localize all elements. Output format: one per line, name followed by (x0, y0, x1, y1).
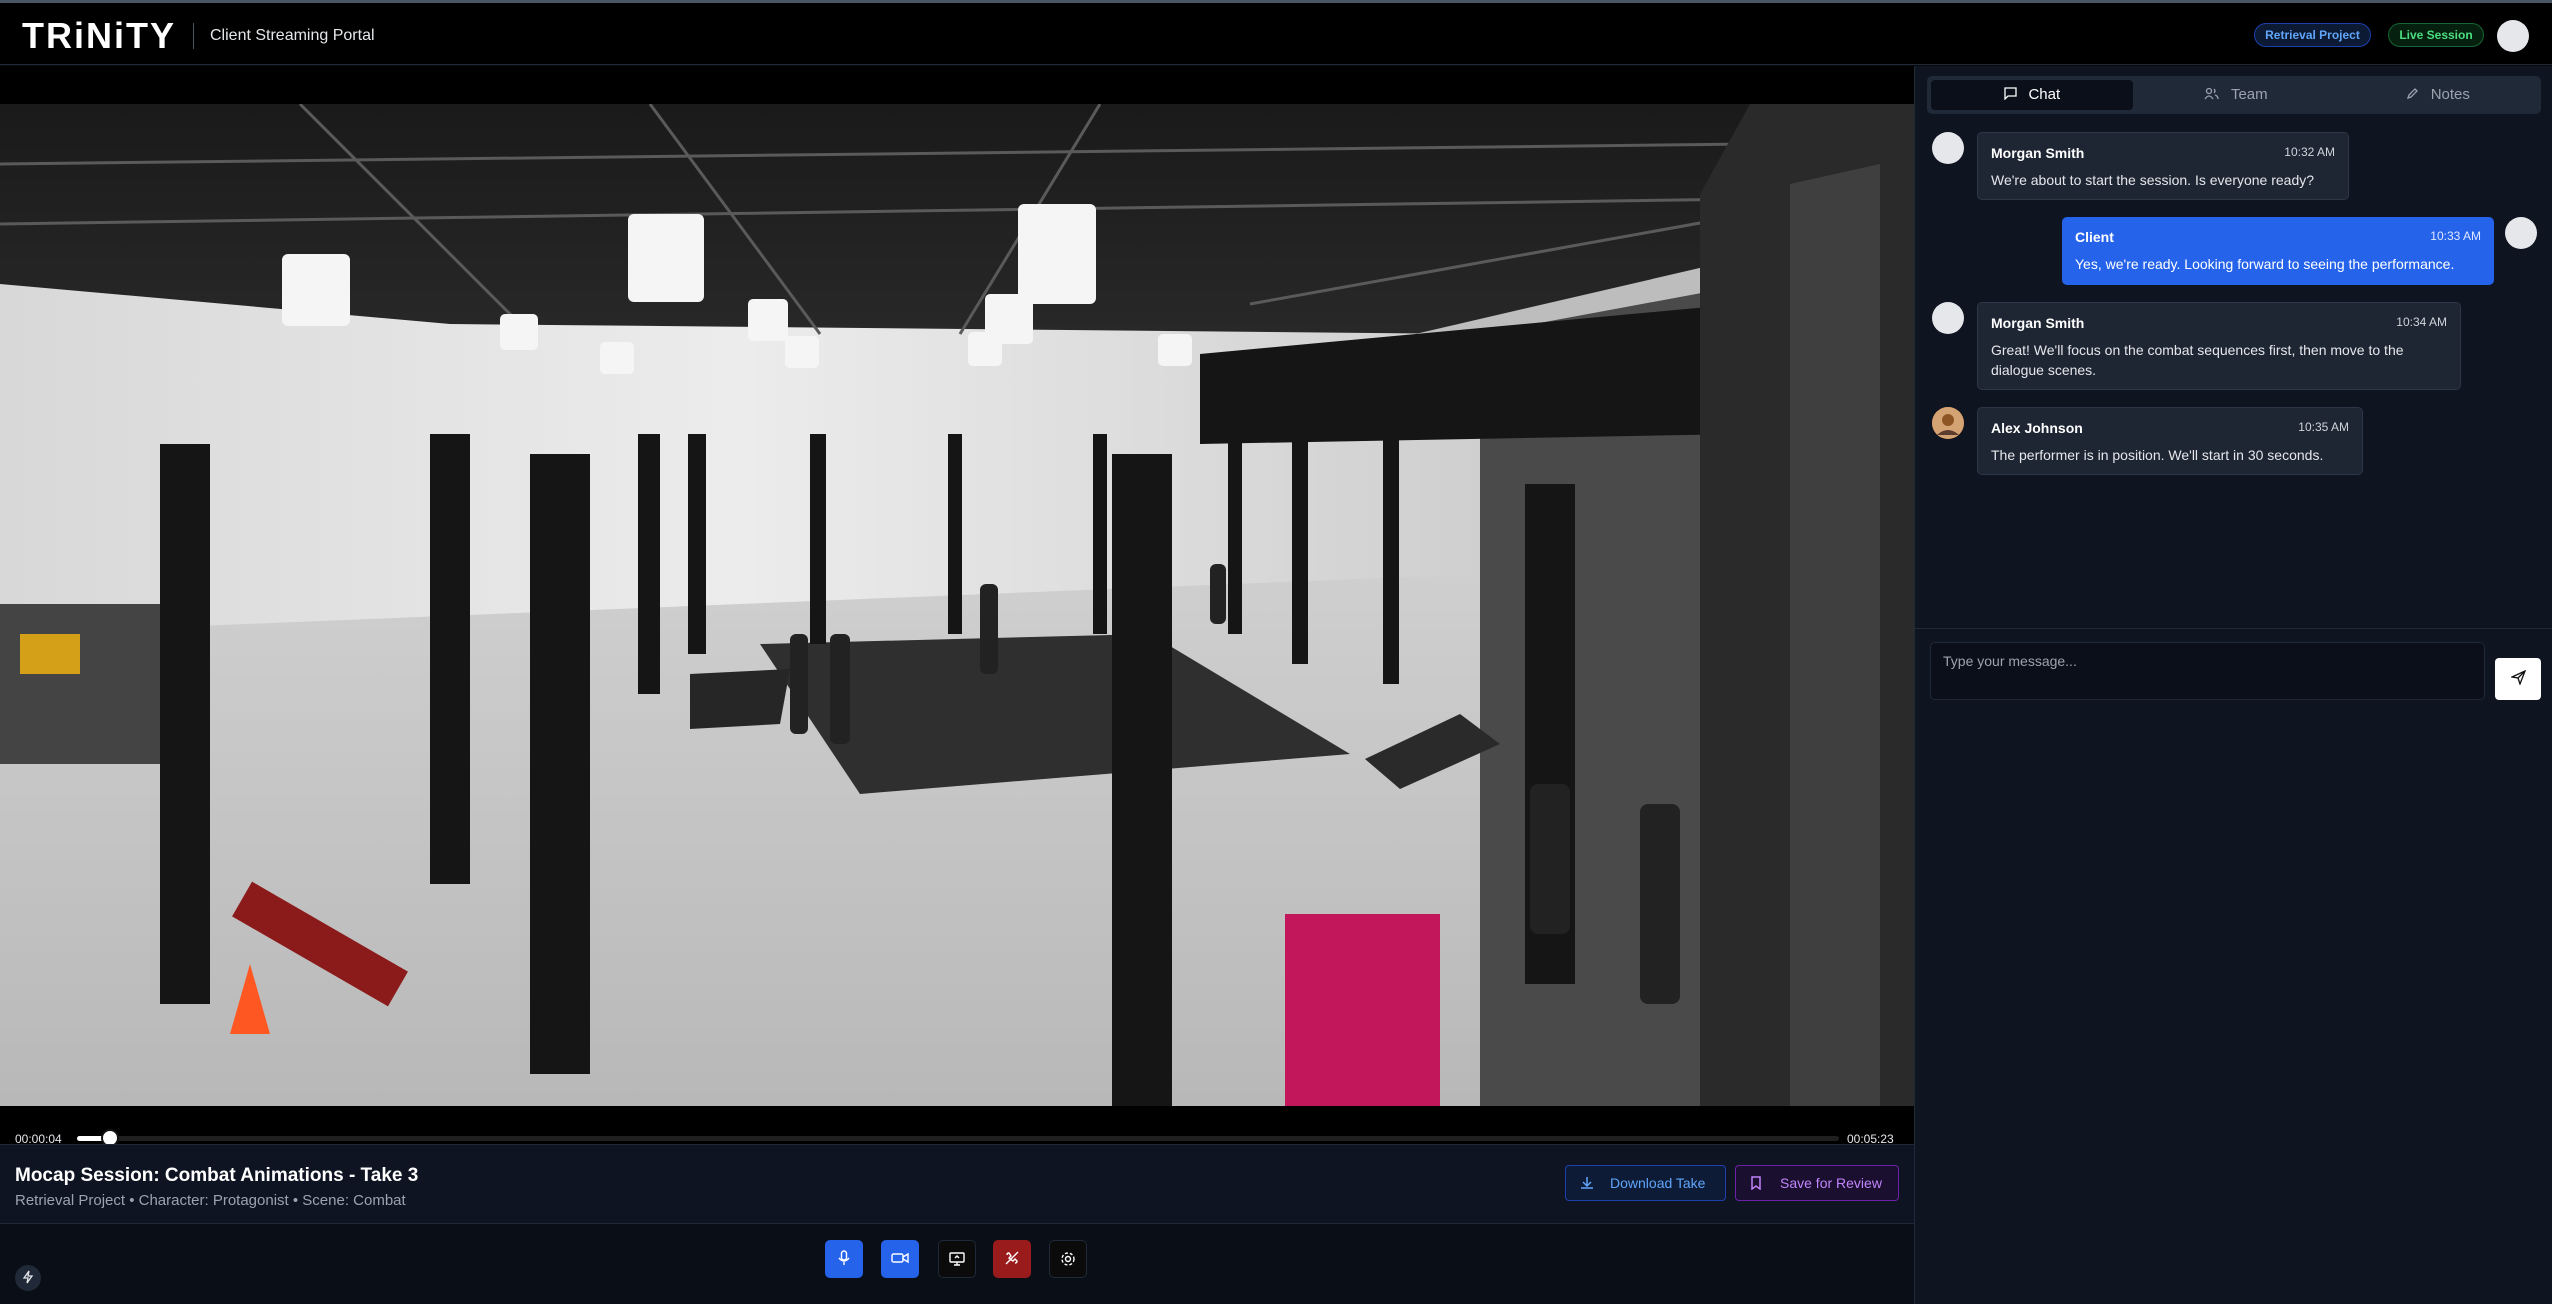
session-title: Mocap Session: Combat Animations - Take … (15, 1165, 419, 1186)
tab-team-label: Team (2230, 86, 2268, 103)
session-info-bar: Mocap Session: Combat Animations - Take … (0, 1144, 1914, 1224)
send-button[interactable] (2495, 658, 2541, 700)
chat-input-divider (1915, 628, 2552, 629)
message-text: The performer is in position. We'll star… (1991, 447, 2324, 463)
video-frame[interactable] (0, 104, 1914, 1106)
chat-message: Morgan Smith 10:32 AM We're about to sta… (1977, 132, 2349, 200)
seek-bar[interactable] (77, 1129, 1839, 1147)
avatar (1932, 302, 1964, 334)
chat-message-input[interactable] (1930, 642, 2485, 700)
header-divider (193, 23, 194, 49)
message-author: Alex Johnson (1991, 420, 2083, 436)
message-author: Client (2075, 229, 2114, 245)
panel-tabs: Chat Team Notes (1927, 76, 2541, 114)
settings-icon[interactable] (1049, 1240, 1087, 1278)
camera-icon[interactable] (881, 1240, 919, 1278)
tab-notes[interactable]: Notes (2339, 80, 2537, 110)
send-icon (2509, 669, 2526, 687)
pencil-icon (2406, 87, 2423, 102)
end-call-icon[interactable] (993, 1240, 1031, 1278)
mocap-studio-scene-image (0, 104, 1914, 1106)
download-take-label: Download Take (1610, 1175, 1706, 1191)
session-subtitle: Retrieval Project • Character: Protagoni… (15, 1192, 406, 1209)
call-toolbar (0, 1224, 1914, 1304)
message-time: 10:33 AM (2430, 229, 2481, 243)
message-text: Yes, we're ready. Looking forward to see… (2075, 256, 2455, 272)
avatar (2505, 217, 2537, 249)
avatar-alex-johnson (1932, 407, 1964, 439)
tab-chat[interactable]: Chat (1931, 80, 2133, 110)
project-badge: Retrieval Project (2254, 23, 2371, 47)
chat-icon (2004, 87, 2021, 102)
message-time: 10:34 AM (2396, 315, 2447, 329)
microphone-icon[interactable] (825, 1240, 863, 1278)
portal-title: Client Streaming Portal (210, 27, 375, 44)
download-take-button[interactable]: Download Take (1565, 1165, 1726, 1201)
chat-message: Morgan Smith 10:34 AM Great! We'll focus… (1977, 302, 2461, 390)
save-for-review-button[interactable]: Save for Review (1735, 1165, 1899, 1201)
video-player: 00:00:04 00:05:23 (0, 66, 1914, 1183)
message-author: Morgan Smith (1991, 315, 2085, 331)
avatar (1932, 132, 1964, 164)
brand-logo: TRiNiTY (22, 15, 176, 56)
chat-message-self: Client 10:33 AM Yes, we're ready. Lookin… (2062, 217, 2494, 285)
tab-notes-label: Notes (2430, 86, 2470, 103)
chat-message: Alex Johnson 10:35 AM The performer is i… (1977, 407, 2363, 475)
user-avatar[interactable] (2497, 20, 2529, 52)
tab-chat-label: Chat (2028, 86, 2061, 103)
bolt-icon[interactable] (15, 1265, 41, 1291)
download-icon (1580, 1166, 1594, 1200)
users-icon (2204, 87, 2223, 102)
tab-team[interactable]: Team (2135, 80, 2337, 110)
app-header: TRiNiTY Client Streaming Portal Retrieva… (0, 3, 2552, 65)
screen-share-icon[interactable] (938, 1240, 976, 1278)
bookmark-icon (1750, 1166, 1762, 1200)
save-for-review-label: Save for Review (1780, 1175, 1882, 1191)
live-session-badge: Live Session (2388, 23, 2484, 47)
side-panel: Chat Team Notes Morgan Smith 10:32 AM We… (1914, 66, 2552, 1304)
message-text: We're about to start the session. Is eve… (1991, 172, 2315, 188)
message-time: 10:32 AM (2284, 145, 2335, 159)
message-time: 10:35 AM (2298, 420, 2349, 434)
message-text: Great! We'll focus on the combat sequenc… (1991, 342, 2404, 378)
